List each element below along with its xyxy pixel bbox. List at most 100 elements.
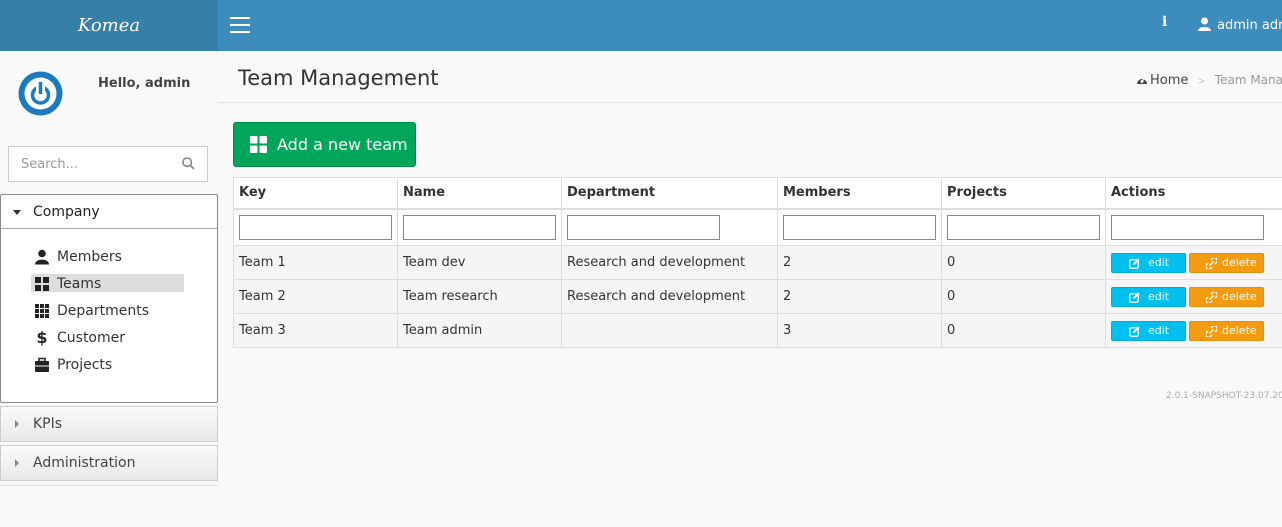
company-menu: Members Teams Departments $ Customer Pro… [1, 229, 217, 382]
breadcrumb-separator: > [1197, 76, 1206, 87]
sidebar-item-label: Departments [57, 303, 150, 319]
delete-label: delete [1222, 323, 1257, 337]
cell-key: Team 2 [233, 279, 398, 314]
delete-button[interactable]: delete [1189, 320, 1264, 341]
caret-right-icon [15, 420, 19, 428]
edit-icon [1129, 325, 1140, 337]
content-header: Team Management Home > Team Management [218, 51, 1282, 103]
edit-label: edit [1148, 323, 1170, 337]
search-input[interactable] [9, 147, 169, 181]
column-header-actions: Actions [1105, 177, 1282, 210]
sidebar-section-label: Company [33, 204, 100, 220]
user-icon [35, 249, 49, 265]
dashboard-icon [1137, 77, 1147, 84]
sidebar-item-label: Customer [57, 330, 126, 346]
sidebar-section-company-header[interactable]: Company [1, 195, 217, 229]
delete-button[interactable]: delete [1189, 286, 1264, 307]
user-name: admin admin [1217, 18, 1282, 33]
top-navbar: Komea i admin admin [0, 0, 1282, 51]
sidebar-section-administration[interactable]: Administration [0, 445, 218, 481]
cell-projects: 0 [941, 279, 1106, 314]
sidebar-footer [0, 485, 218, 527]
unlink-icon [1206, 291, 1217, 303]
cell-department: Research and development [561, 245, 778, 280]
filter-projects-input[interactable] [947, 214, 1100, 240]
edit-button[interactable]: edit [1111, 252, 1186, 273]
cell-actions: edit delete [1105, 313, 1282, 348]
edit-label: edit [1148, 289, 1170, 303]
column-header-projects[interactable]: Projects [941, 177, 1106, 210]
user-menu[interactable]: admin admin [1198, 0, 1282, 51]
user-greeting: Hello, admin [98, 76, 191, 91]
sidebar-search [8, 146, 208, 182]
sidebar-section-label: KPIs [33, 416, 63, 432]
cell-department: Research and development [561, 279, 778, 314]
sidebar-item-departments[interactable]: Departments [1, 301, 217, 328]
dollar-icon: $ [36, 328, 48, 347]
caret-down-icon [13, 210, 21, 215]
edit-label: edit [1148, 255, 1170, 269]
table-row: Team 2 Team research Research and develo… [233, 279, 1282, 314]
add-team-button[interactable]: Add a new team [233, 122, 416, 167]
th-large-icon [35, 277, 49, 291]
edit-icon [1129, 291, 1140, 303]
sidebar-section-kpis[interactable]: KPIs [0, 406, 218, 442]
cell-name: Team dev [397, 245, 562, 280]
sidebar: Hello, admin Company Members Teams Depar… [0, 51, 218, 527]
th-large-icon [250, 136, 267, 153]
column-header-members[interactable]: Members [777, 177, 942, 210]
cell-members: 3 [777, 313, 942, 348]
cell-actions: edit delete [1105, 245, 1282, 280]
filter-members-input[interactable] [783, 214, 936, 240]
unlink-icon [1206, 325, 1217, 337]
table-header-row: Key Name Department Members Projects Act… [233, 177, 1282, 210]
breadcrumb-home-label: Home [1150, 73, 1189, 88]
sidebar-item-projects[interactable]: Projects [1, 355, 217, 382]
table-row: Team 3 Team admin 3 0 edit delete [233, 313, 1282, 348]
sidebar-item-teams[interactable]: Teams [1, 274, 217, 301]
sidebar-section-administration-header[interactable]: Administration [1, 446, 217, 480]
column-header-department[interactable]: Department [561, 177, 778, 210]
cell-department [561, 313, 778, 348]
sidebar-section-kpis-header[interactable]: KPIs [1, 407, 217, 441]
hamburger-icon[interactable] [230, 17, 250, 33]
info-icon[interactable]: i [1162, 14, 1167, 30]
brand-logo[interactable]: Komea [0, 0, 218, 51]
main-content: Team Management Home > Team Management Add… [218, 51, 1282, 527]
sidebar-item-label: Teams [57, 276, 102, 292]
filter-name-input[interactable] [403, 214, 556, 240]
sidebar-section-label: Administration [33, 455, 136, 471]
page-title: Team Management [238, 66, 439, 90]
cell-key: Team 3 [233, 313, 398, 348]
search-icon[interactable] [182, 157, 195, 170]
sidebar-item-customer[interactable]: $ Customer [1, 328, 217, 355]
cell-projects: 0 [941, 245, 1106, 280]
delete-label: delete [1222, 289, 1257, 303]
delete-button[interactable]: delete [1189, 252, 1264, 273]
sidebar-item-members[interactable]: Members [1, 247, 217, 274]
edit-button[interactable]: edit [1111, 286, 1186, 307]
breadcrumb: Home > Team Management [1136, 73, 1282, 88]
cell-members: 2 [777, 245, 942, 280]
sidebar-item-label: Members [57, 249, 122, 265]
filter-row [233, 208, 1282, 246]
column-header-key[interactable]: Key [233, 177, 398, 210]
filter-department-input[interactable] [567, 214, 720, 240]
edit-button[interactable]: edit [1111, 320, 1186, 341]
sidebar-section-company: Company Members Teams Departments $ Cust… [0, 194, 218, 403]
cell-key: Team 1 [233, 245, 398, 280]
avatar [18, 71, 63, 116]
delete-label: delete [1222, 255, 1257, 269]
filter-key-input[interactable] [239, 214, 392, 240]
th-icon [35, 304, 49, 318]
sidebar-item-label: Projects [57, 357, 113, 373]
column-header-name[interactable]: Name [397, 177, 562, 210]
table-row: Team 1 Team dev Research and development… [233, 245, 1282, 280]
breadcrumb-current: Team Management [1214, 73, 1282, 87]
version-text: 2.0.1-SNAPSHOT-23.07.2014 [1166, 391, 1282, 401]
cell-members: 2 [777, 279, 942, 314]
breadcrumb-home[interactable]: Home [1136, 73, 1188, 88]
cell-name: Team admin [397, 313, 562, 348]
user-icon [1198, 17, 1211, 31]
filter-actions-input[interactable] [1111, 214, 1264, 240]
